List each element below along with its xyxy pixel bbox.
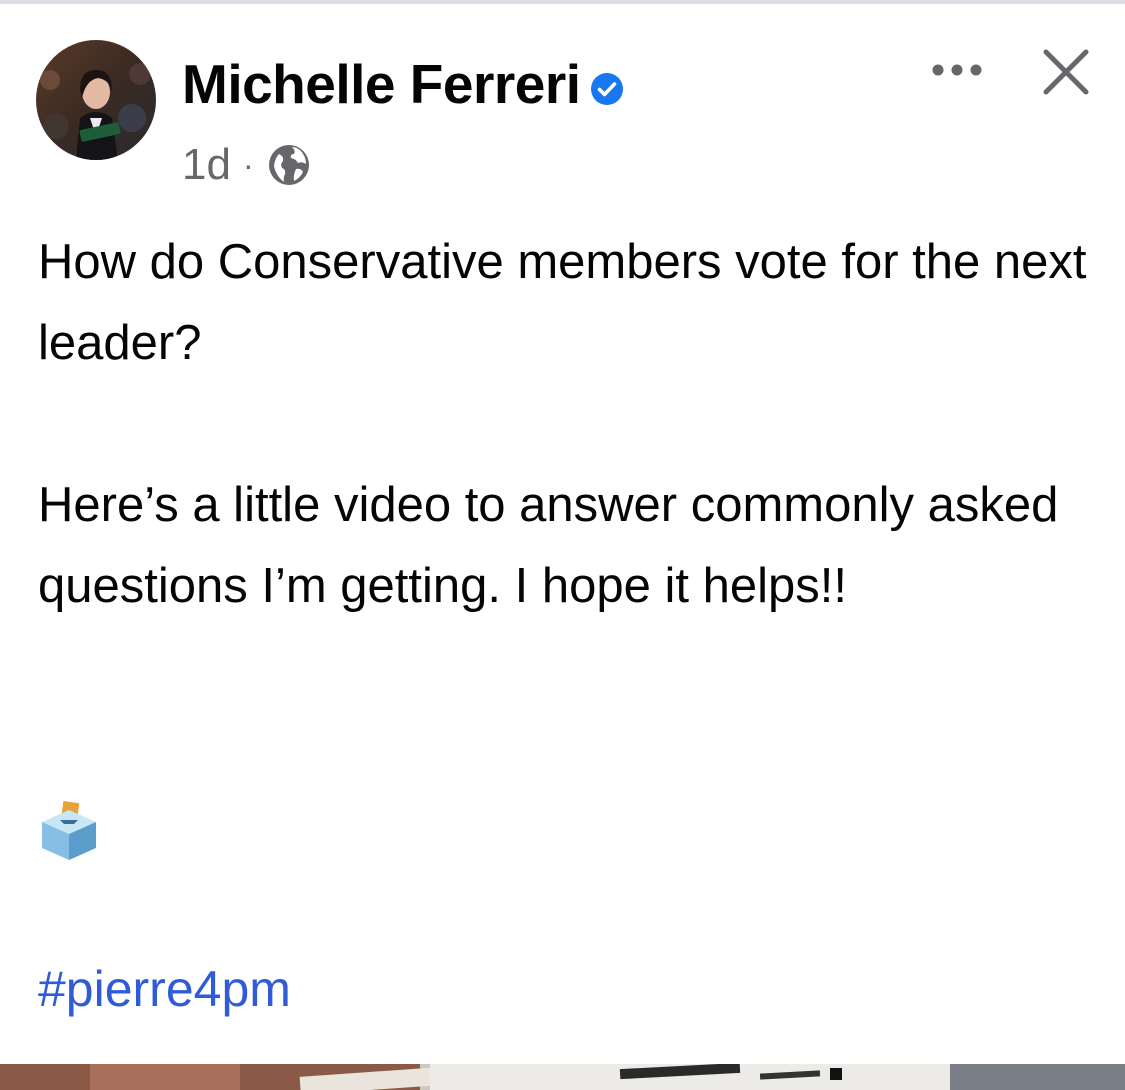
close-button[interactable] bbox=[1036, 42, 1096, 102]
more-options-icon bbox=[932, 64, 982, 76]
close-icon bbox=[1043, 49, 1089, 95]
meta-separator: · bbox=[242, 146, 254, 183]
video-thumbnail bbox=[0, 1064, 1125, 1090]
avatar-photo bbox=[36, 40, 156, 160]
verified-badge-icon bbox=[590, 73, 623, 105]
author-row: Michelle Ferreri bbox=[182, 52, 625, 116]
hashtag-link[interactable]: #pierre4pm bbox=[38, 960, 291, 1018]
ballot-box-emoji bbox=[42, 800, 96, 860]
top-divider bbox=[0, 0, 1125, 4]
post-paragraph: How do Conservative members vote for the… bbox=[38, 235, 1087, 370]
author-name[interactable]: Michelle Ferreri bbox=[182, 52, 581, 116]
globe-icon[interactable] bbox=[266, 142, 312, 188]
more-options-button[interactable] bbox=[922, 50, 992, 90]
post-paragraph: Here’s a little video to answer commonly… bbox=[38, 478, 1059, 613]
video-preview[interactable] bbox=[0, 1064, 1125, 1090]
post-timestamp[interactable]: 1d bbox=[182, 140, 231, 190]
post-body: How do Conservative members vote for the… bbox=[38, 222, 1108, 627]
post-meta: 1d · bbox=[182, 140, 312, 190]
avatar[interactable] bbox=[36, 40, 156, 160]
